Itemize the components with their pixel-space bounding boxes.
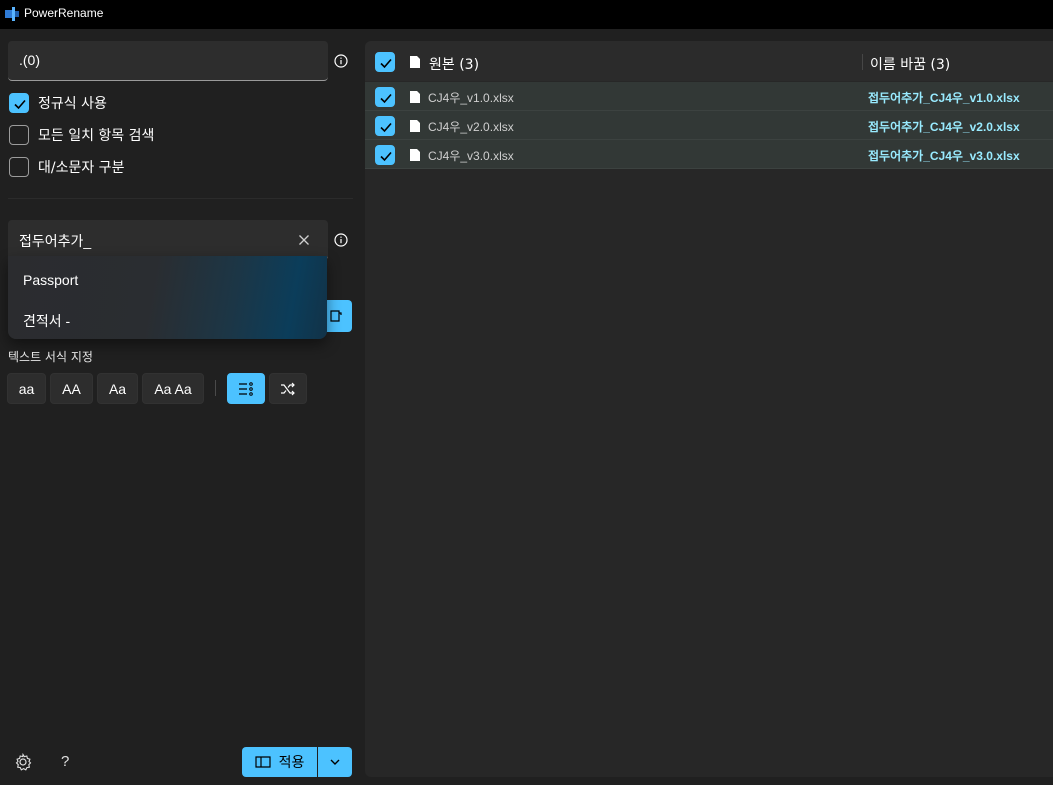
uppercase-button[interactable]: AA <box>50 373 93 404</box>
button-separator <box>215 380 216 396</box>
file-icon <box>410 149 420 161</box>
file-icon <box>410 120 420 132</box>
original-filename: CJ4우_v3.0.xlsx <box>428 149 514 163</box>
replace-input-value: 접두어추가_ <box>19 233 92 249</box>
select-all-checkbox[interactable] <box>375 52 395 72</box>
table-row[interactable]: CJ4우_v2.0.xlsx 접두어추가_CJ4우_v2.0.xlsx <box>365 111 1053 140</box>
checkmark-icon <box>380 122 392 133</box>
document-icon <box>330 310 342 322</box>
lowercase-button[interactable]: aa <box>7 373 46 404</box>
file-icon <box>410 56 420 68</box>
section-divider <box>8 198 353 199</box>
column-separator[interactable] <box>862 54 863 70</box>
title-bar: PowerRename <box>0 0 1053 29</box>
search-input-value: .(0) <box>19 52 40 68</box>
window-title: PowerRename <box>24 6 104 20</box>
list-numbered-icon <box>239 381 253 396</box>
match-all-checkbox[interactable] <box>9 125 29 145</box>
table-row[interactable]: CJ4우_v1.0.xlsx 접두어추가_CJ4우_v1.0.xlsx <box>365 82 1053 111</box>
randomize-button[interactable] <box>269 373 307 404</box>
titlecase-button[interactable]: Aa <box>97 373 138 404</box>
powerrename-app-icon <box>5 7 19 21</box>
suggestion-dropdown: Passport 견적서 - <box>8 256 327 339</box>
renamed-filename: 접두어추가_CJ4우_v3.0.xlsx <box>868 149 1020 163</box>
checkmark-icon <box>380 151 392 162</box>
case-sensitive-checkbox[interactable] <box>9 157 29 177</box>
checkmark-icon <box>14 99 26 110</box>
renamed-column-header[interactable]: 이름 바꿈 (3) <box>870 54 950 74</box>
capitalize-words-button[interactable]: Aa Aa <box>142 373 204 404</box>
row-checkbox[interactable] <box>375 87 395 107</box>
settings-gear-icon[interactable] <box>14 753 32 771</box>
clear-icon[interactable] <box>298 234 310 246</box>
suggestion-item[interactable]: Passport <box>23 272 78 288</box>
checkmark-icon <box>380 58 392 69</box>
option-regex[interactable]: 정규식 사용 <box>9 92 107 114</box>
option-case-sensitive[interactable]: 대/소문자 구분 <box>9 156 124 178</box>
regex-label: 정규식 사용 <box>38 96 107 112</box>
original-filename: CJ4우_v1.0.xlsx <box>428 91 514 105</box>
original-column-header[interactable]: 원본 (3) <box>429 54 479 74</box>
replace-input[interactable]: 접두어추가_ <box>8 220 328 260</box>
option-match-all[interactable]: 모든 일치 항목 검색 <box>9 124 154 146</box>
row-checkbox[interactable] <box>375 145 395 165</box>
enumerate-items-button[interactable] <box>227 373 265 404</box>
regex-checkbox[interactable] <box>9 93 29 113</box>
apply-options-dropdown[interactable] <box>318 747 352 777</box>
search-input[interactable]: .(0) <box>8 41 328 81</box>
suggestion-item[interactable]: 견적서 - <box>23 311 70 331</box>
file-icon <box>410 91 420 103</box>
file-list-panel: 원본 (3) 이름 바꿈 (3) CJ4우_v1.0.xlsx 접두어추가_CJ… <box>365 41 1053 777</box>
text-formatting-label: 텍스트 서식 지정 <box>8 350 93 364</box>
row-checkbox[interactable] <box>375 116 395 136</box>
chevron-down-icon <box>330 759 340 765</box>
search-info-icon[interactable] <box>334 54 348 68</box>
rename-icon <box>255 756 271 768</box>
help-button[interactable]: ? <box>61 753 69 770</box>
case-sensitive-label: 대/소문자 구분 <box>38 160 125 176</box>
replace-info-icon[interactable] <box>334 233 348 247</box>
original-filename: CJ4우_v2.0.xlsx <box>428 120 514 134</box>
renamed-filename: 접두어추가_CJ4우_v1.0.xlsx <box>868 91 1020 105</box>
renamed-filename: 접두어추가_CJ4우_v2.0.xlsx <box>868 120 1020 134</box>
shuffle-icon <box>281 382 295 395</box>
match-all-label: 모든 일치 항목 검색 <box>38 128 155 144</box>
apply-label: 적용 <box>278 755 305 771</box>
table-row[interactable]: CJ4우_v3.0.xlsx 접두어추가_CJ4우_v3.0.xlsx <box>365 140 1053 169</box>
checkmark-icon <box>380 93 392 104</box>
apply-button[interactable]: 적용 <box>242 747 317 777</box>
file-list-header: 원본 (3) 이름 바꿈 (3) <box>365 41 1053 81</box>
